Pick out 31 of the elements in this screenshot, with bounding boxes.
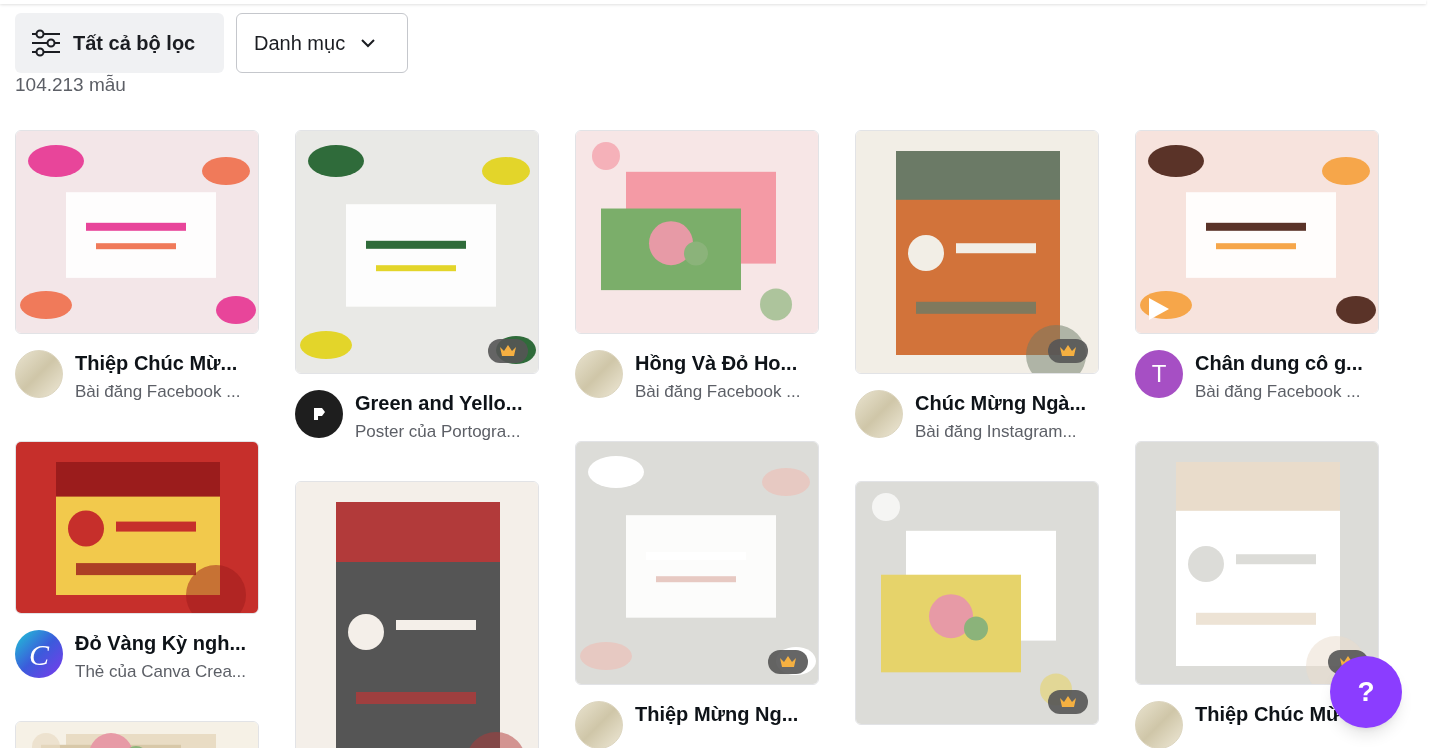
avatar xyxy=(295,390,343,438)
template-title[interactable]: Hồng Và Đỏ Ho... xyxy=(635,351,798,375)
all-filters-button[interactable]: Tất cả bộ lọc xyxy=(15,13,224,73)
category-dropdown[interactable]: Danh mục xyxy=(236,13,408,73)
template-subtitle: Bài đăng Facebook ... xyxy=(75,381,241,403)
avatar: T xyxy=(1135,350,1183,398)
chevron-down-icon xyxy=(361,38,376,48)
sliders-icon xyxy=(31,29,61,57)
avatar xyxy=(575,350,623,398)
avatar xyxy=(15,350,63,398)
crown-icon xyxy=(1059,695,1077,709)
template-title[interactable]: Green and Yello... xyxy=(355,391,523,415)
template-subtitle: Bài đăng Facebook ... xyxy=(635,381,801,403)
template-subtitle: Bài đăng Facebook ... xyxy=(1195,381,1361,403)
play-icon xyxy=(1148,297,1170,321)
template-subtitle: Bài đăng Instagram... xyxy=(915,421,1077,443)
avatar xyxy=(1135,701,1183,748)
template-title[interactable]: Đỏ Vàng Kỳ ngh... xyxy=(75,631,247,655)
avatar xyxy=(575,701,623,748)
crown-icon xyxy=(779,655,797,669)
crown-icon xyxy=(1059,344,1077,358)
avatar: C xyxy=(15,630,63,678)
crown-icon xyxy=(499,344,517,358)
template-subtitle: Poster của Portogra... xyxy=(355,421,521,443)
template-title[interactable]: Chân dung cô g... xyxy=(1195,351,1363,375)
result-count: 104.213 mẫu xyxy=(15,74,126,96)
template-title[interactable]: Chúc Mừng Ngà... xyxy=(915,391,1087,415)
template-title[interactable]: Thiệp Chúc Mừ... xyxy=(75,351,238,375)
template-title[interactable]: Thiệp Mừng Ng... xyxy=(635,702,799,726)
template-subtitle: Thẻ của Canva Crea... xyxy=(75,661,247,683)
avatar xyxy=(855,390,903,438)
